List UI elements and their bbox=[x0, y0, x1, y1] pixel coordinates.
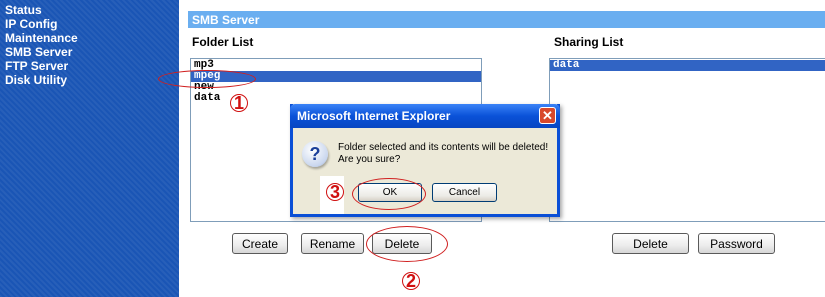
sidebar-item-smb-server[interactable]: SMB Server bbox=[5, 46, 78, 58]
page-title: SMB Server bbox=[192, 13, 260, 27]
step-3-label: 3 bbox=[330, 182, 341, 202]
sidebar-item-ip-config[interactable]: IP Config bbox=[5, 18, 78, 30]
dialog-titlebar[interactable]: Microsoft Internet Explorer ✕ bbox=[290, 104, 560, 128]
sharing-list-label: Sharing List bbox=[554, 35, 624, 49]
sidebar-item-status[interactable]: Status bbox=[5, 4, 78, 16]
create-button[interactable]: Create bbox=[232, 233, 288, 254]
folder-item-mp3[interactable]: mp3 bbox=[191, 60, 481, 71]
dialog-cancel-button[interactable]: Cancel bbox=[432, 183, 497, 202]
sidebar: Status IP Config Maintenance SMB Server … bbox=[0, 0, 179, 297]
step-2-label: 2 bbox=[406, 271, 417, 291]
sidebar-nav: Status IP Config Maintenance SMB Server … bbox=[5, 4, 78, 88]
dialog-message: Folder selected and its contents will be… bbox=[338, 142, 548, 166]
folder-list-label: Folder List bbox=[192, 35, 254, 49]
panel-header: SMB Server bbox=[188, 11, 825, 28]
sidebar-item-maintenance[interactable]: Maintenance bbox=[5, 32, 78, 44]
highlight-ellipse-delete bbox=[366, 226, 448, 262]
share-item-data[interactable]: data bbox=[550, 60, 825, 71]
step-1-label: 1 bbox=[234, 93, 245, 113]
sidebar-item-disk-utility[interactable]: Disk Utility bbox=[5, 74, 78, 86]
sidebar-item-ftp-server[interactable]: FTP Server bbox=[5, 60, 78, 72]
highlight-ellipse-mpeg bbox=[158, 70, 256, 88]
rename-button[interactable]: Rename bbox=[301, 233, 364, 254]
dialog-message-line1: Folder selected and its contents will be… bbox=[338, 142, 549, 153]
delete-share-button[interactable]: Delete bbox=[612, 233, 689, 254]
dialog-title: Microsoft Internet Explorer bbox=[297, 109, 451, 123]
sharing-listbox[interactable]: data bbox=[549, 58, 825, 222]
highlight-ellipse-ok bbox=[352, 178, 426, 210]
dialog-message-line2: Are you sure? bbox=[338, 154, 401, 165]
password-button[interactable]: Password bbox=[698, 233, 775, 254]
question-icon: ? bbox=[302, 141, 328, 167]
close-icon[interactable]: ✕ bbox=[539, 107, 556, 124]
